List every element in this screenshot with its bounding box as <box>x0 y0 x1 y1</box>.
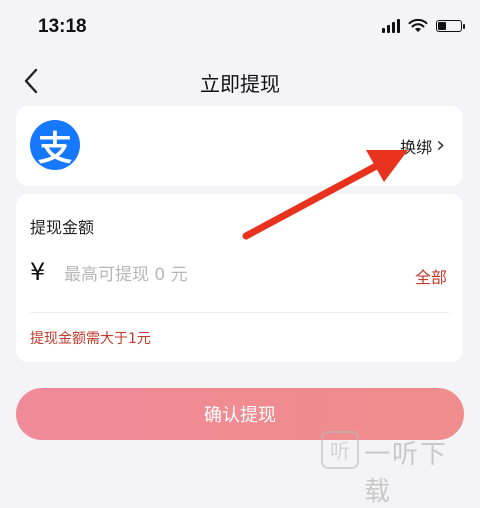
currency-symbol: ¥ <box>30 258 46 286</box>
status-time: 13:18 <box>38 16 87 37</box>
watermark-text: 一听下载 <box>364 440 449 507</box>
wifi-icon <box>408 18 428 32</box>
svg-text:听: 听 <box>330 439 350 463</box>
chevron-right-icon: › <box>436 133 445 158</box>
rebind-button[interactable]: 换绑 › <box>400 134 445 158</box>
minimum-amount-hint: 提现金额需大于1元 <box>30 331 151 347</box>
nav-bar: 立即提现 <box>0 58 480 104</box>
amount-input[interactable] <box>64 260 364 290</box>
payout-account-card: 支 换绑 › <box>16 106 463 186</box>
page-title: 立即提现 <box>200 72 280 96</box>
amount-card: 提现金额 ¥ 全部 提现金额需大于1元 <box>16 194 463 362</box>
rebind-label: 换绑 <box>400 138 433 157</box>
status-icons <box>382 18 465 33</box>
amount-label: 提现金额 <box>30 218 95 237</box>
withdraw-all-button[interactable]: 全部 <box>415 264 447 288</box>
watermark-logo-icon: 听 <box>321 431 359 469</box>
cellular-signal-icon <box>382 18 400 33</box>
alipay-logo-icon: 支 <box>30 120 80 170</box>
battery-icon <box>436 19 465 32</box>
status-bar: 13:18 <box>0 0 480 56</box>
watermark: 听 一听下载 <box>320 428 470 507</box>
divider <box>30 312 449 313</box>
